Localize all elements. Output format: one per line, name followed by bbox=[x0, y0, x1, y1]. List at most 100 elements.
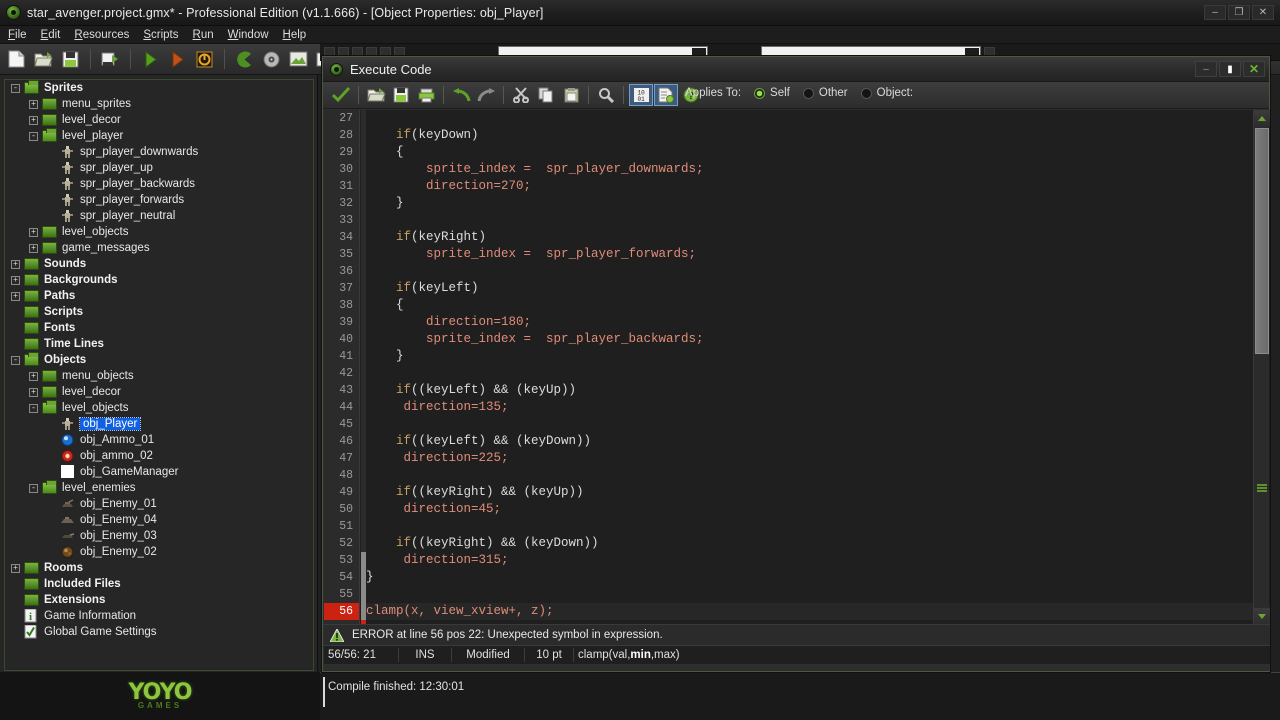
tree-item[interactable]: Extensions bbox=[5, 592, 313, 608]
tree-item[interactable]: + level_decor bbox=[5, 384, 313, 400]
tree-item[interactable]: Global Game Settings bbox=[5, 624, 313, 640]
tree-item[interactable]: Fonts bbox=[5, 320, 313, 336]
code-line[interactable]: if((keyLeft) && (keyUp)) bbox=[366, 382, 1270, 399]
collapse-toggle-icon[interactable]: - bbox=[29, 483, 38, 493]
tree-item[interactable]: i Game Information bbox=[5, 608, 313, 624]
tree-item[interactable]: - level_objects bbox=[5, 400, 313, 416]
save-project-button[interactable] bbox=[58, 47, 83, 72]
code-line[interactable]: if((keyLeft) && (keyDown)) bbox=[366, 433, 1270, 450]
tree-item[interactable]: obj_Enemy_01 bbox=[5, 496, 313, 512]
code-line[interactable] bbox=[366, 263, 1270, 280]
resource-tree[interactable]: - Sprites + menu_sprites + level_decor - level_… bbox=[4, 79, 314, 671]
code-line[interactable] bbox=[366, 365, 1270, 382]
find-button[interactable] bbox=[594, 84, 618, 106]
tree-item[interactable]: - level_player bbox=[5, 128, 313, 144]
app-close-button[interactable]: ✕ bbox=[1252, 5, 1274, 20]
applies-to-object-radio[interactable] bbox=[860, 87, 872, 99]
code-line[interactable] bbox=[366, 518, 1270, 535]
stop-button[interactable] bbox=[192, 47, 217, 72]
collapse-toggle-icon[interactable]: - bbox=[11, 83, 20, 93]
tree-item[interactable]: spr_player_backwards bbox=[5, 176, 313, 192]
tree-item[interactable]: obj_Enemy_04 bbox=[5, 512, 313, 528]
tree-item[interactable]: + level_decor bbox=[5, 112, 313, 128]
tree-item[interactable]: Scripts bbox=[5, 304, 313, 320]
tree-item[interactable]: obj_Enemy_03 bbox=[5, 528, 313, 544]
tree-item[interactable]: + Rooms bbox=[5, 560, 313, 576]
tree-item[interactable]: Included Files bbox=[5, 576, 313, 592]
tree-item[interactable]: - Sprites bbox=[5, 80, 313, 96]
tree-item[interactable]: - Objects bbox=[5, 352, 313, 368]
tree-item[interactable]: obj_ammo_02 bbox=[5, 448, 313, 464]
tree-item[interactable]: + Paths bbox=[5, 288, 313, 304]
code-line[interactable]: } bbox=[366, 195, 1270, 212]
code-line-error[interactable]: clamp(x, view_xview+, z); bbox=[366, 603, 1270, 620]
applies-to-self-radio[interactable] bbox=[754, 87, 766, 99]
expand-toggle-icon[interactable]: + bbox=[11, 259, 20, 269]
check-syntax-button[interactable] bbox=[329, 84, 353, 106]
menu-item-scripts[interactable]: Scripts bbox=[143, 29, 178, 41]
code-maximize-button[interactable]: ▮ bbox=[1219, 61, 1241, 77]
editor-vertical-scrollbar[interactable] bbox=[1253, 110, 1270, 624]
code-line[interactable] bbox=[366, 467, 1270, 484]
compile-output-panel[interactable]: Compile finished: 12:30:01 bbox=[320, 672, 1280, 720]
collapse-toggle-icon[interactable]: - bbox=[11, 355, 20, 365]
code-line[interactable]: sprite_index = spr_player_backwards; bbox=[366, 331, 1270, 348]
code-line[interactable]: if(keyDown) bbox=[366, 127, 1270, 144]
copy-button[interactable] bbox=[534, 84, 558, 106]
tree-item[interactable]: obj_Enemy_02 bbox=[5, 544, 313, 560]
tree-item[interactable]: + menu_sprites bbox=[5, 96, 313, 112]
create-executable-button[interactable] bbox=[98, 47, 123, 72]
tree-item[interactable]: - level_enemies bbox=[5, 480, 313, 496]
code-line[interactable] bbox=[366, 586, 1270, 603]
new-project-button[interactable] bbox=[4, 47, 29, 72]
code-line[interactable]: if(keyRight) bbox=[366, 229, 1270, 246]
menu-item-help[interactable]: Help bbox=[283, 29, 307, 41]
expand-toggle-icon[interactable]: + bbox=[29, 227, 38, 237]
expand-toggle-icon[interactable]: + bbox=[29, 243, 38, 253]
tree-item[interactable]: + Sounds bbox=[5, 256, 313, 272]
code-line[interactable]: if((keyRight) && (keyDown)) bbox=[366, 535, 1270, 552]
menu-item-window[interactable]: Window bbox=[228, 29, 269, 41]
redo-button[interactable] bbox=[474, 84, 498, 106]
code-line[interactable]: if((keyRight) && (keyUp)) bbox=[366, 484, 1270, 501]
tree-item[interactable]: + level_objects bbox=[5, 224, 313, 240]
menu-item-file[interactable]: File bbox=[8, 29, 27, 41]
code-line[interactable]: sprite_index = spr_player_forwards; bbox=[366, 246, 1270, 263]
open-project-button[interactable] bbox=[31, 47, 56, 72]
expand-toggle-icon[interactable]: + bbox=[11, 563, 20, 573]
code-line[interactable] bbox=[366, 416, 1270, 433]
paste-button[interactable] bbox=[559, 84, 583, 106]
print-code-button[interactable] bbox=[414, 84, 438, 106]
run-debug-button[interactable] bbox=[165, 47, 190, 72]
code-line[interactable]: direction=135; bbox=[366, 399, 1270, 416]
create-background-button[interactable] bbox=[286, 47, 311, 72]
undo-button[interactable] bbox=[449, 84, 473, 106]
toggle-binary-button[interactable]: 10 01 bbox=[629, 84, 653, 106]
tree-item[interactable]: spr_player_neutral bbox=[5, 208, 313, 224]
collapse-toggle-icon[interactable]: - bbox=[29, 131, 38, 141]
script-options-button[interactable] bbox=[654, 84, 678, 106]
code-line[interactable]: direction=225; bbox=[366, 450, 1270, 467]
tree-item[interactable]: obj_Ammo_01 bbox=[5, 432, 313, 448]
cut-button[interactable] bbox=[509, 84, 533, 106]
tree-item[interactable]: + Backgrounds bbox=[5, 272, 313, 288]
code-line[interactable]: sprite_index = spr_player_downwards; bbox=[366, 161, 1270, 178]
scroll-down-arrow[interactable] bbox=[1254, 608, 1270, 624]
expand-toggle-icon[interactable]: + bbox=[29, 99, 38, 109]
code-close-button[interactable]: ✕ bbox=[1243, 61, 1265, 77]
code-line[interactable] bbox=[366, 110, 1270, 127]
code-editor[interactable]: 27 28 29 30 31 32 33 34 35 36 37 38 39 40 41 42 43 44 45 46… bbox=[324, 110, 1270, 624]
expand-toggle-icon[interactable]: + bbox=[29, 371, 38, 381]
code-line[interactable]: { bbox=[366, 297, 1270, 314]
scrollbar-thumb[interactable] bbox=[1255, 128, 1269, 354]
expand-toggle-icon[interactable]: + bbox=[11, 275, 20, 285]
menu-item-run[interactable]: Run bbox=[193, 29, 214, 41]
expand-toggle-icon[interactable]: + bbox=[29, 387, 38, 397]
code-line[interactable] bbox=[366, 212, 1270, 229]
expand-toggle-icon[interactable]: + bbox=[29, 115, 38, 125]
code-line[interactable]: } bbox=[366, 569, 1270, 586]
collapse-toggle-icon[interactable]: - bbox=[29, 403, 38, 413]
app-maximize-button[interactable]: ❐ bbox=[1228, 5, 1250, 20]
tree-item[interactable]: obj_GameManager bbox=[5, 464, 313, 480]
save-code-button[interactable] bbox=[389, 84, 413, 106]
